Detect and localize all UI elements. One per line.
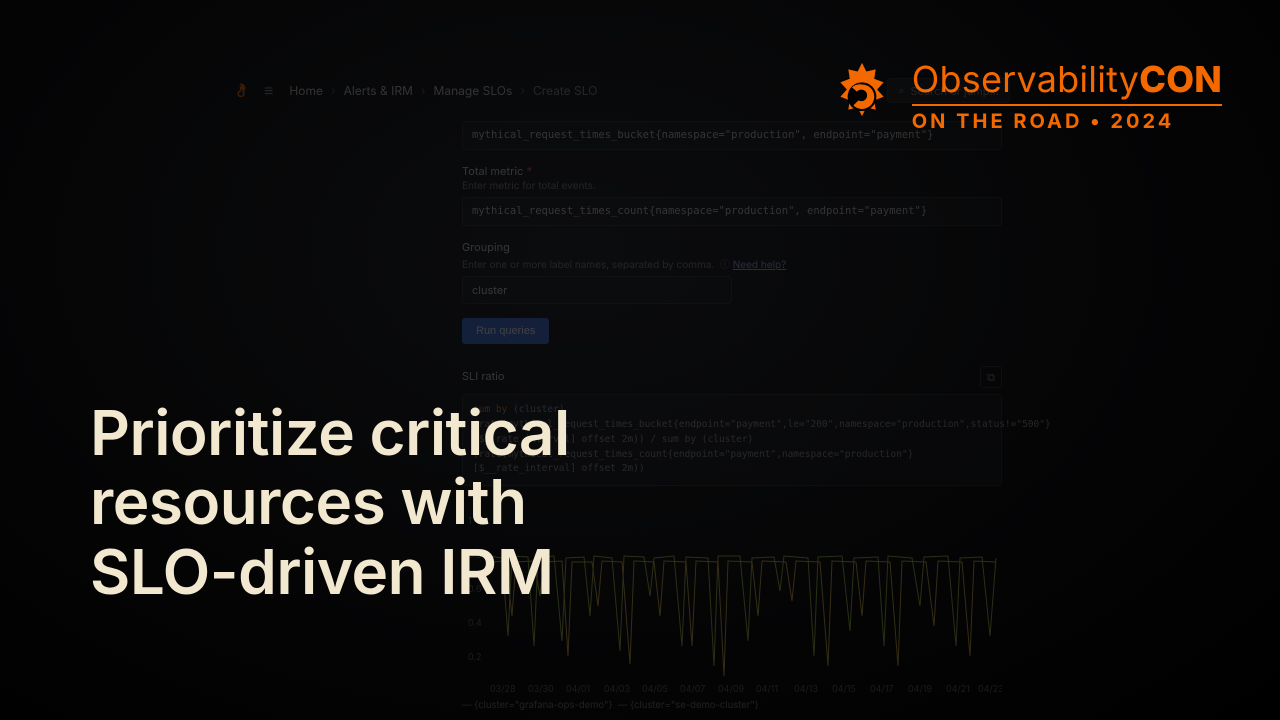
svg-text:04/05: 04/05 xyxy=(642,684,668,695)
sli-ratio-label: SLI ratio xyxy=(462,369,505,383)
svg-text:04/15: 04/15 xyxy=(832,684,856,695)
svg-text:0.2: 0.2 xyxy=(468,652,482,663)
crumb-alerts-irm[interactable]: Alerts & IRM xyxy=(344,83,413,98)
svg-text:04/17: 04/17 xyxy=(870,684,894,695)
svg-text:04/13: 04/13 xyxy=(794,684,818,695)
svg-text:04/03: 04/03 xyxy=(604,684,630,695)
conference-badge: ObservabilityCON ON THE ROAD • 2024 xyxy=(826,60,1222,132)
run-queries-button[interactable]: Run queries xyxy=(462,318,549,344)
badge-divider xyxy=(912,104,1222,106)
crumb-create-slo: Create SLO xyxy=(533,83,597,98)
breadcrumb: Home› Alerts & IRM› Manage SLOs› Create … xyxy=(289,83,597,98)
total-metric-input[interactable]: mythical_request_times_count{namespace="… xyxy=(462,197,1002,226)
grouping-label: Grouping xyxy=(462,240,1002,254)
copy-query-icon[interactable]: ⧉ xyxy=(980,366,1002,388)
svg-text:0.4: 0.4 xyxy=(468,618,482,629)
total-metric-hint: Enter metric for total events. xyxy=(462,180,1002,192)
chart-x-axis: 03/28 03/30 04/01 04/03 04/05 04/07 04/09 04/… xyxy=(490,684,1002,695)
svg-text:03/30: 03/30 xyxy=(528,684,554,695)
svg-text:04/11: 04/11 xyxy=(756,684,778,695)
grouping-hint: Enter one or more label names, separated… xyxy=(462,256,1002,271)
svg-text:04/21: 04/21 xyxy=(946,684,970,695)
badge-title: ObservabilityCON xyxy=(912,61,1222,97)
menu-icon[interactable]: ≡ xyxy=(264,80,273,101)
grouping-input[interactable]: cluster xyxy=(462,276,732,304)
svg-text:04/23: 04/23 xyxy=(978,684,1002,695)
grafana-sun-icon xyxy=(826,60,898,132)
badge-subtitle: ON THE ROAD • 2024 xyxy=(912,111,1222,131)
need-help-link[interactable]: Need help? xyxy=(733,259,787,271)
svg-text:04/09: 04/09 xyxy=(718,684,744,695)
grafana-logo-icon xyxy=(232,82,250,100)
total-metric-label: Total metric * xyxy=(462,164,1002,178)
crumb-home[interactable]: Home xyxy=(289,83,323,98)
slide-title: Prioritize critical resources with SLO-d… xyxy=(90,398,570,606)
crumb-manage-slos[interactable]: Manage SLOs xyxy=(434,83,513,98)
chart-legend: — {cluster="grafana-ops-demo"} — {cluste… xyxy=(462,700,1002,711)
svg-text:03/28: 03/28 xyxy=(490,684,516,695)
svg-text:04/07: 04/07 xyxy=(680,684,705,695)
svg-text:04/01: 04/01 xyxy=(566,684,590,695)
svg-text:04/19: 04/19 xyxy=(908,684,932,695)
